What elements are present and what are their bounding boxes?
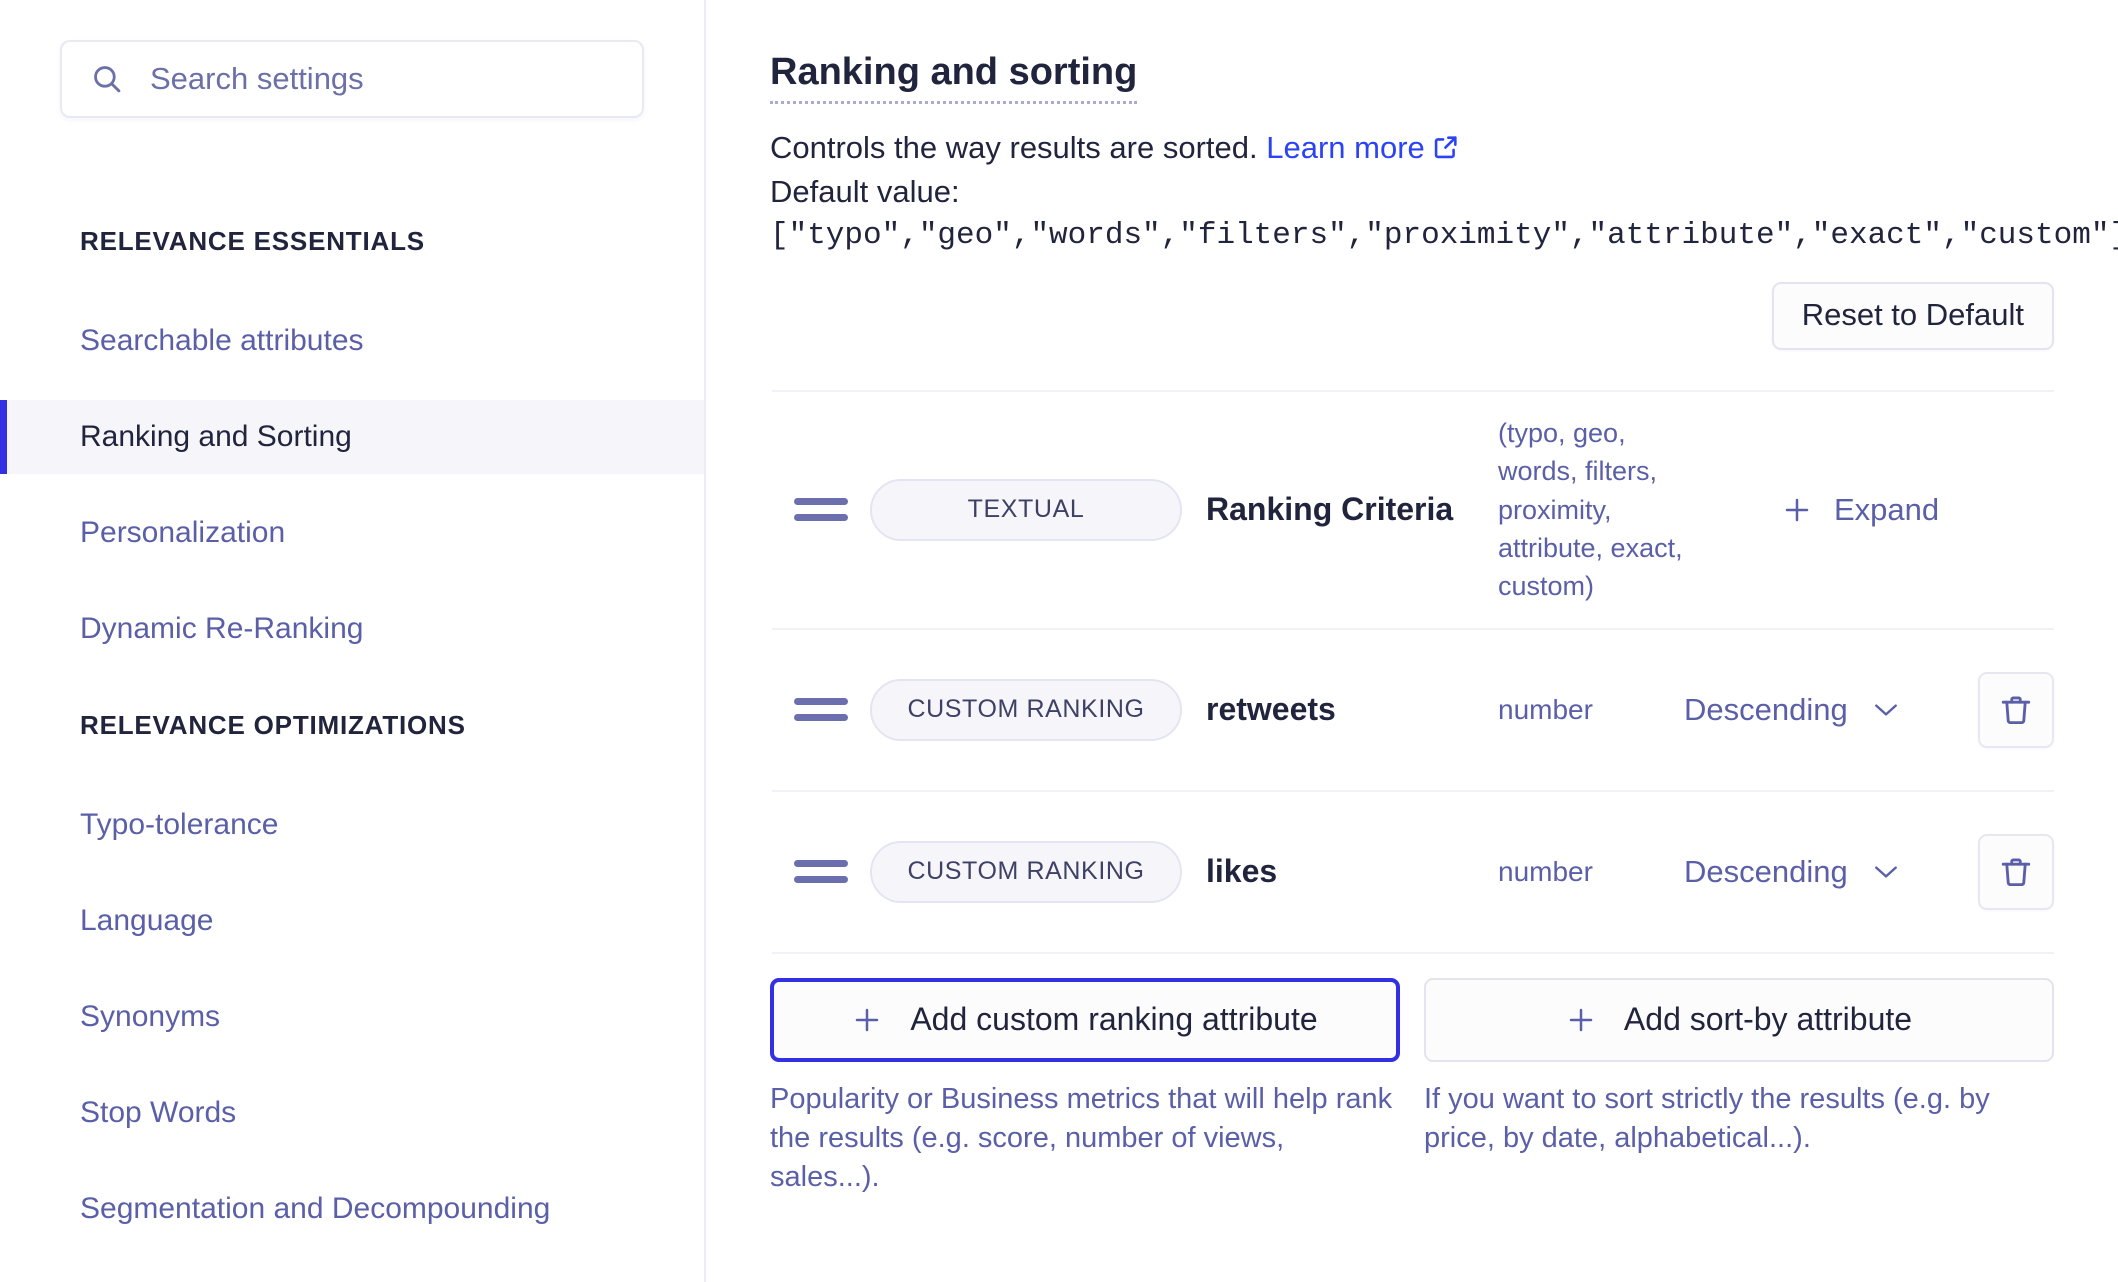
sidebar-item-label: Synonyms <box>80 1000 221 1033</box>
sidebar-item-language[interactable]: Language <box>0 884 704 958</box>
drag-handle-icon[interactable] <box>794 860 848 884</box>
sidebar-item-segmentation-and-decompounding[interactable]: Segmentation and Decompounding <box>0 1172 704 1246</box>
main-panel: Ranking and sorting Controls the way res… <box>706 0 2118 1282</box>
ranking-rows: TEXTUAL Ranking Criteria (typo, geo, wor… <box>770 389 2118 954</box>
expand-button[interactable]: Expand <box>1782 492 1939 528</box>
drag-handle-icon[interactable] <box>794 498 848 522</box>
sidebar-section-relevance-optimizations: RELEVANCE OPTIMIZATIONS <box>80 709 466 740</box>
settings-sidebar: RELEVANCE ESSENTIALS Searchable attribut… <box>0 0 706 1282</box>
sort-order-select[interactable]: Descending <box>1684 854 1954 890</box>
sidebar-item-personalization[interactable]: Personalization <box>0 496 704 570</box>
criteria-hint: (typo, geo, words, filters, proximity, a… <box>1498 417 1683 602</box>
sidebar-item-typo-tolerance[interactable]: Typo-tolerance <box>0 788 704 862</box>
status-badge: CUSTOM RANKING <box>870 840 1182 903</box>
search-settings-box[interactable] <box>60 40 644 118</box>
sidebar-item-label: Dynamic Re-Ranking <box>80 612 364 645</box>
status-badge: TEXTUAL <box>870 478 1182 541</box>
page-title: Ranking and sorting <box>770 51 1138 104</box>
status-badge: CUSTOM RANKING <box>870 678 1182 741</box>
default-value-code: ["typo","geo","words","filters","proximi… <box>770 217 2118 253</box>
add-sort-by-column: Add sort-by attribute If you want to sor… <box>1424 977 2054 1198</box>
sidebar-item-ranking-and-sorting[interactable]: Ranking and Sorting <box>0 400 704 474</box>
add-sort-by-attribute-button[interactable]: Add sort-by attribute <box>1424 977 2054 1062</box>
page-description: Controls the way results are sorted. Lea… <box>770 129 2118 167</box>
main-content: Ranking and sorting Controls the way res… <box>706 0 2118 1198</box>
chevron-down-icon <box>1874 866 1897 878</box>
default-value-label: Default value: <box>770 174 960 210</box>
sidebar-item-searchable-attributes[interactable]: Searchable attributes <box>0 304 704 378</box>
table-row: CUSTOM RANKING likes number Descending <box>770 792 2054 952</box>
delete-row-button[interactable] <box>1978 833 2054 910</box>
settings-page: RELEVANCE ESSENTIALS Searchable attribut… <box>0 0 2118 1282</box>
chevron-down-icon <box>1874 704 1897 716</box>
sidebar-item-label: Typo-tolerance <box>80 808 279 841</box>
add-buttons-row: Add custom ranking attribute Popularity … <box>770 977 2118 1198</box>
search-icon <box>94 66 121 93</box>
attribute-name: retweets <box>1206 691 1336 728</box>
sidebar-nav: RELEVANCE ESSENTIALS Searchable attribut… <box>0 204 704 1246</box>
attribute-type: number <box>1498 855 1593 887</box>
learn-more-link[interactable]: Learn more <box>1266 130 1425 165</box>
sidebar-item-label: Searchable attributes <box>80 324 364 357</box>
add-custom-ranking-column: Add custom ranking attribute Popularity … <box>770 977 1400 1198</box>
sort-order-select[interactable]: Descending <box>1684 692 1954 728</box>
sidebar-item-label: Language <box>80 904 214 937</box>
sidebar-item-synonyms[interactable]: Synonyms <box>0 980 704 1054</box>
sidebar-item-label: Ranking and Sorting <box>80 420 352 453</box>
attribute-name: Ranking Criteria <box>1206 491 1454 528</box>
add-custom-ranking-label: Add custom ranking attribute <box>910 1001 1318 1038</box>
sort-order-value: Descending <box>1684 691 1848 727</box>
page-description-text: Controls the way results are sorted. <box>770 129 1258 165</box>
plus-icon <box>1569 1008 1593 1031</box>
sort-order-value: Descending <box>1684 853 1848 889</box>
external-link-icon[interactable] <box>1432 133 1460 161</box>
table-row: CUSTOM RANKING retweets number Descendin… <box>770 630 2054 790</box>
delete-row-button[interactable] <box>1978 671 2054 748</box>
row-divider <box>772 951 2054 954</box>
sidebar-item-dynamic-re-ranking[interactable]: Dynamic Re-Ranking <box>0 592 704 666</box>
sidebar-item-stop-words[interactable]: Stop Words <box>0 1076 704 1150</box>
plus-icon <box>856 1008 879 1031</box>
reset-to-default-button[interactable]: Reset to Default <box>1771 281 2054 350</box>
trash-icon <box>2001 696 2031 724</box>
drag-handle-icon[interactable] <box>794 698 848 722</box>
search-input[interactable] <box>150 61 614 97</box>
add-sort-by-hint: If you want to sort strictly the results… <box>1424 1082 1990 1155</box>
attribute-name: likes <box>1206 853 1278 890</box>
trash-icon <box>2001 858 2031 886</box>
sidebar-section-relevance-essentials: RELEVANCE ESSENTIALS <box>80 225 425 256</box>
attribute-type: number <box>1498 693 1593 725</box>
add-sort-by-label: Add sort-by attribute <box>1623 1001 1913 1038</box>
add-custom-ranking-attribute-button[interactable]: Add custom ranking attribute <box>770 977 1400 1062</box>
sidebar-item-label: Segmentation and Decompounding <box>80 1192 551 1225</box>
reset-row: Reset to Default <box>770 281 2118 350</box>
sidebar-item-label: Personalization <box>80 516 286 549</box>
expand-label: Expand <box>1834 491 1940 527</box>
add-custom-ranking-hint: Popularity or Business metrics that will… <box>770 1082 1393 1194</box>
table-row: TEXTUAL Ranking Criteria (typo, geo, wor… <box>770 392 2054 628</box>
plus-icon <box>1785 498 1809 522</box>
search-container <box>0 0 704 118</box>
sidebar-item-label: Stop Words <box>80 1096 237 1129</box>
